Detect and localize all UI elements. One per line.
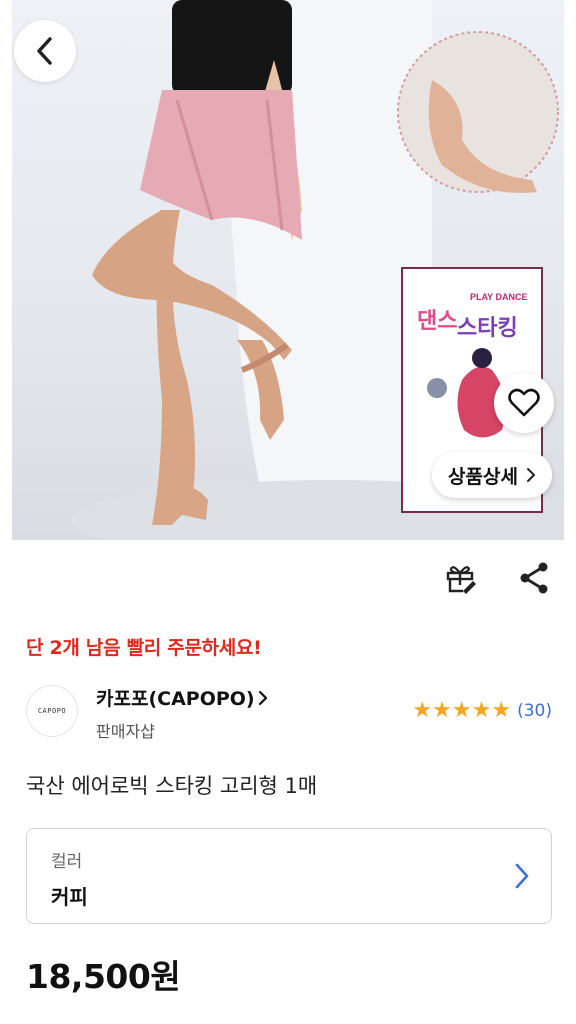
svg-text:댄스: 댄스 [417,309,457,334]
back-button[interactable] [14,20,76,82]
seller-logo[interactable]: CAPOPO [26,685,78,737]
star-icon: ★ [412,698,433,723]
gift-button[interactable] [442,560,478,596]
chevron-right-icon [515,863,529,889]
product-actions [442,560,552,596]
option-value: 커피 [51,885,88,909]
product-detail-button[interactable]: 상품상세 [432,452,552,498]
star-icon: ★ [491,698,512,723]
review-count: (30) [517,701,552,721]
seller-name-link[interactable]: 카포포(CAPOPO) [96,684,269,711]
gift-icon [446,566,476,594]
star-icon: ★ [451,698,472,723]
chevron-left-icon [37,37,52,65]
product-detail-label: 상품상세 [448,465,518,488]
seller-name: 카포포(CAPOPO) [96,688,255,710]
product-image-carousel[interactable]: PLAY DANCE 댄스 스타킹 상품상세 [0,0,576,540]
product-price: 18,500원 [26,957,181,996]
share-icon [520,562,548,594]
share-button[interactable] [516,560,552,596]
seller-logo-text: CAPOPO [37,707,67,715]
heart-icon [508,388,540,417]
low-stock-warning: 단 2개 남음 빨리 주문하세요! [26,637,262,659]
chevron-right-icon [258,690,267,705]
seller-rating[interactable]: ★ ★ ★ ★ ★ (30) [412,700,552,722]
svg-text:스타킹: 스타킹 [457,316,518,341]
wishlist-button[interactable] [494,373,554,433]
product-title: 국산 에어로빅 스타킹 고리형 1매 [26,774,318,798]
color-option-selector[interactable]: 컬러 커피 [26,828,552,924]
chevron-right-icon [526,468,535,482]
star-icon: ★ [471,698,492,723]
star-icon: ★ [432,698,452,723]
option-label: 컬러 [51,852,83,872]
seller-shop-label: 판매자샵 [96,722,155,741]
svg-text:PLAY DANCE: PLAY DANCE [470,292,528,302]
